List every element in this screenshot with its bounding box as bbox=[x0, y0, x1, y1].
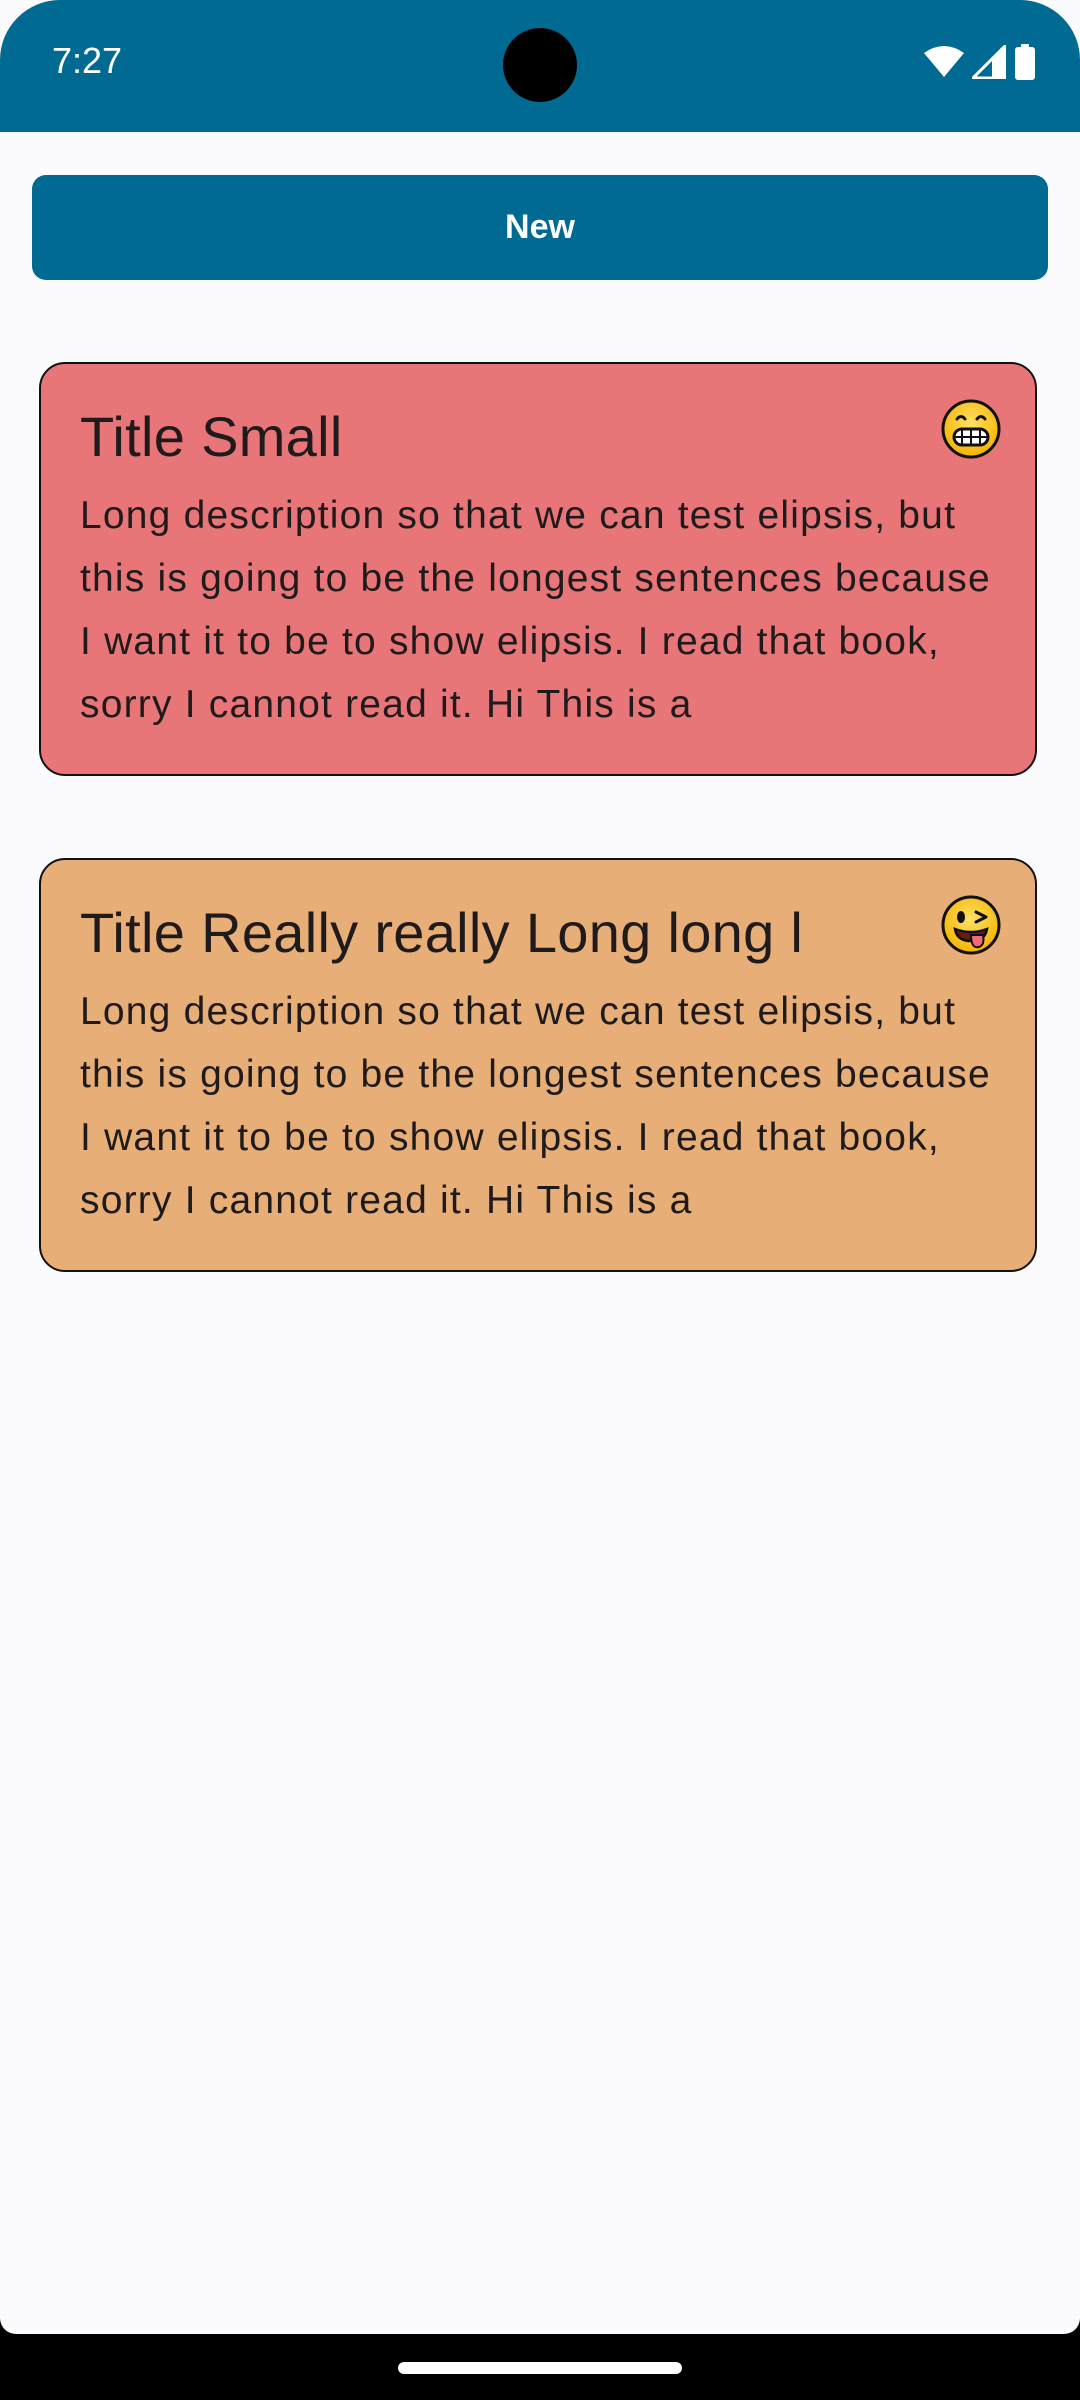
cell-signal-icon bbox=[969, 41, 1007, 84]
winking-tongue-face-icon bbox=[941, 895, 1001, 955]
camera-cutout bbox=[503, 28, 577, 102]
status-bar: 7:27 bbox=[0, 0, 1080, 132]
note-card[interactable]: Title Really really Long long l Long des… bbox=[39, 858, 1037, 1272]
wifi-icon bbox=[924, 45, 964, 83]
new-note-button[interactable]: New bbox=[32, 175, 1048, 280]
note-card[interactable]: Title Small Long description so that we … bbox=[39, 362, 1037, 776]
home-indicator[interactable] bbox=[398, 2362, 682, 2374]
note-title: Title Small bbox=[80, 405, 343, 468]
note-title: Title Really really Long long l bbox=[80, 901, 804, 964]
note-description: Long description so that we can test eli… bbox=[80, 990, 991, 1222]
battery-icon bbox=[1014, 43, 1036, 85]
app-screen: 7:27 New Title Small Long description so… bbox=[0, 0, 1080, 2334]
status-time: 7:27 bbox=[52, 40, 123, 81]
grinning-face-icon bbox=[941, 399, 1001, 459]
note-description: Long description so that we can test eli… bbox=[80, 494, 991, 726]
status-icons bbox=[924, 41, 1036, 85]
